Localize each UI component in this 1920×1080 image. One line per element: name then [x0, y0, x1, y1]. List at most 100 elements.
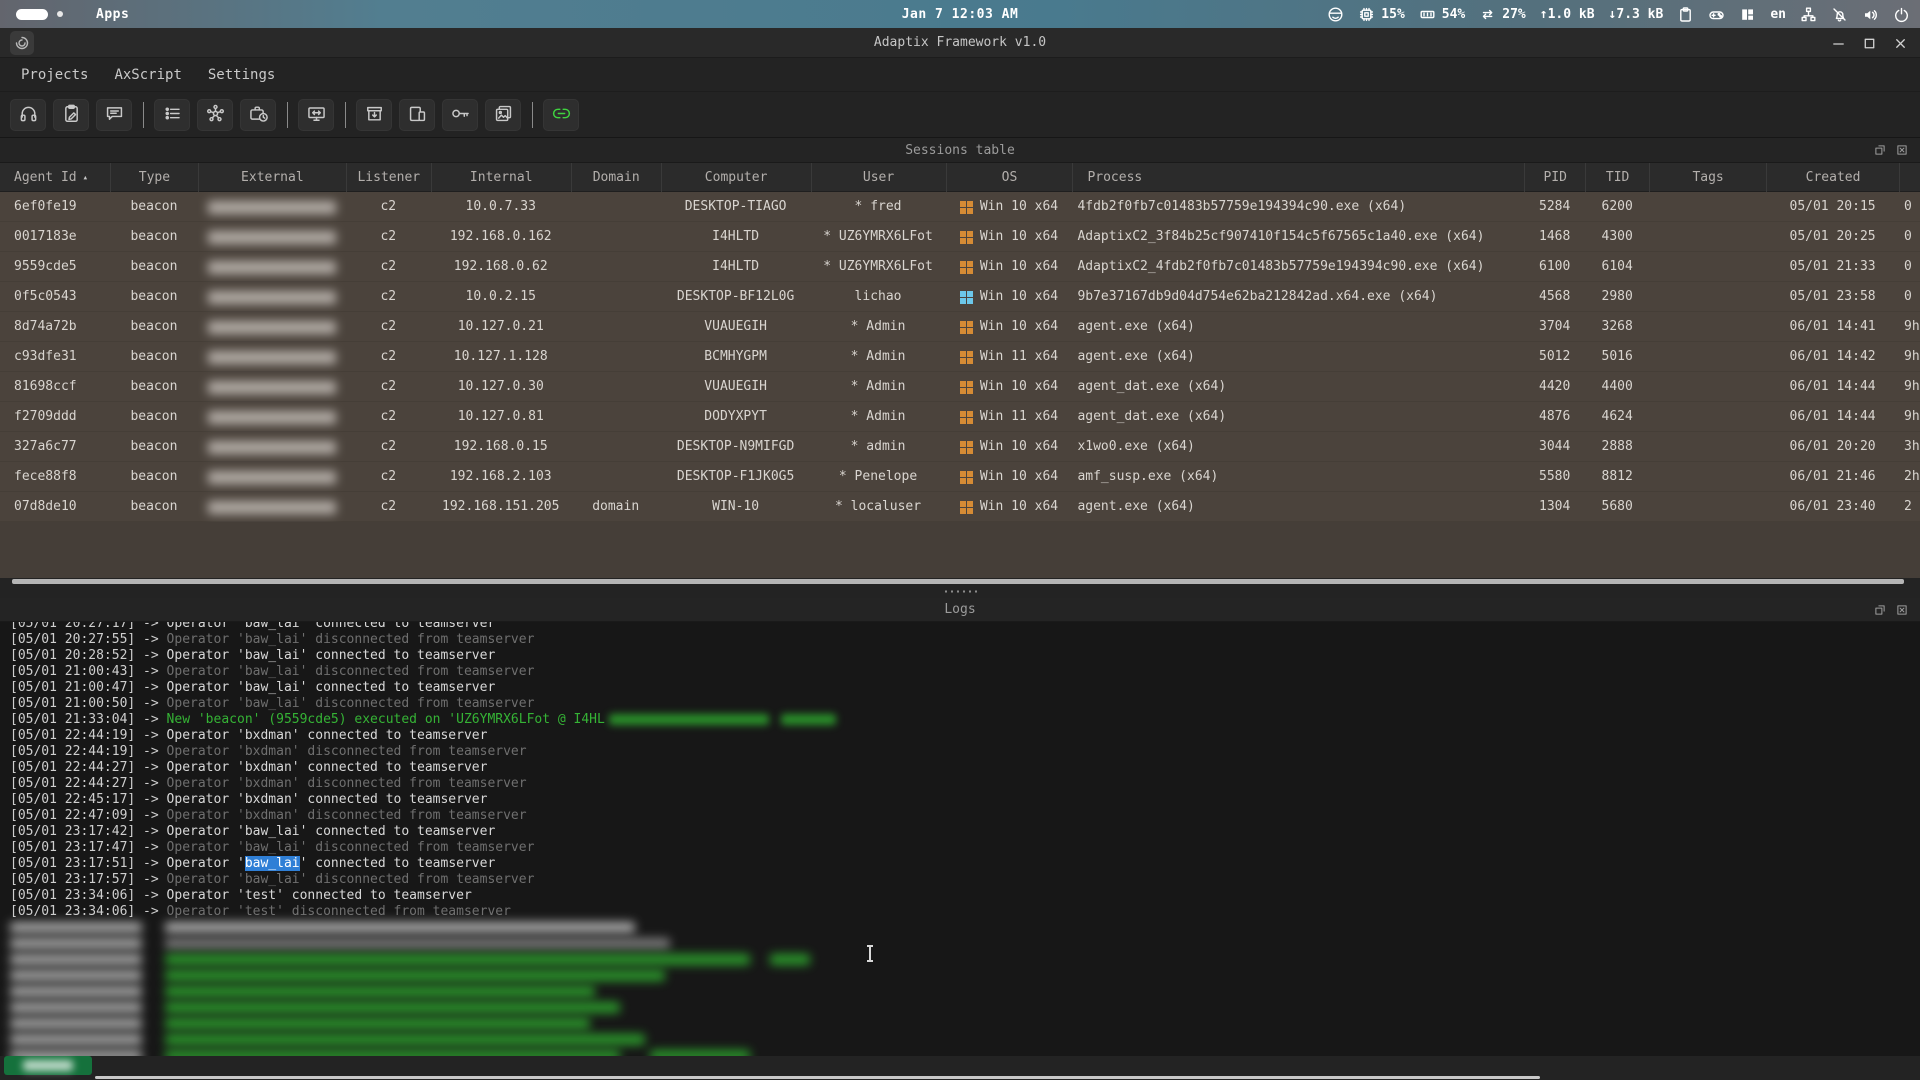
tunnels-link-button[interactable] [543, 99, 579, 131]
column-header-external[interactable]: External [198, 163, 346, 192]
windows-logo-icon [960, 471, 973, 484]
column-header-domain[interactable]: Domain [571, 163, 661, 192]
redacted-log-line [0, 920, 1920, 936]
cell-created: 06/01 23:40 [1766, 492, 1899, 522]
table-row[interactable]: 327a6c77beaconc2192.168.0.15DESKTOP-N9MI… [0, 432, 1920, 462]
table-row[interactable]: 07d8de10beaconc2192.168.151.205domainWIN… [0, 492, 1920, 522]
cell-edge: 9h [1899, 342, 1920, 372]
menu-projects[interactable]: Projects [8, 63, 101, 87]
jobs-clock-button[interactable] [240, 99, 276, 131]
logs-close-panel-icon[interactable] [1896, 604, 1908, 616]
screenshots-button[interactable] [485, 99, 521, 131]
column-header-type[interactable]: Type [110, 163, 198, 192]
column-header-internal[interactable]: Internal [431, 163, 571, 192]
table-row[interactable]: c93dfe31beaconc210.127.1.128BCMHYGPM* Ad… [0, 342, 1920, 372]
windows-logo-icon [960, 351, 973, 364]
power-icon[interactable] [1893, 6, 1910, 23]
table-row[interactable]: 8d74a72bbeaconc210.127.0.21VUAUEGIH* Adm… [0, 312, 1920, 342]
devices-button[interactable] [399, 99, 435, 131]
panel-splitter[interactable] [0, 585, 1920, 598]
menu-axscript[interactable]: AxScript [101, 63, 194, 87]
log-timestamp: [05/01 23:17:42] -> [10, 824, 167, 839]
close-button[interactable] [1893, 36, 1908, 51]
cell-listener: c2 [346, 222, 431, 252]
log-line: [05/01 22:44:27] -> Operator 'bxdman' di… [0, 776, 1920, 792]
chat-button[interactable] [96, 99, 132, 131]
table-row[interactable]: fece88f8beaconc2192.168.2.103DESKTOP-F1J… [0, 462, 1920, 492]
table-row[interactable]: 0017183ebeaconc2192.168.0.162I4HLTD* UZ6… [0, 222, 1920, 252]
share-nodes-button[interactable] [197, 99, 233, 131]
table-row[interactable]: f2709dddbeaconc210.127.0.81DODYXPYT* Adm… [0, 402, 1920, 432]
cell-internal: 10.127.0.21 [431, 312, 571, 342]
cell-tags [1649, 312, 1766, 342]
credentials-key-button[interactable] [442, 99, 478, 131]
cell-domain [571, 312, 661, 342]
log-timestamp: [05/01 20:27:17] -> [10, 622, 167, 631]
sessions-popout-icon[interactable] [1874, 144, 1886, 156]
footer-action-button[interactable] [4, 1056, 92, 1075]
table-row[interactable]: 9559cde5beaconc2192.168.0.62I4HLTD* UZ6Y… [0, 252, 1920, 282]
redacted-log-line [0, 984, 1920, 1000]
panels-icon[interactable] [1739, 6, 1756, 23]
log-line: [05/01 23:17:47] -> Operator 'baw_lai' d… [0, 840, 1920, 856]
column-header-listener[interactable]: Listener [346, 163, 431, 192]
logs-output[interactable]: [05/01 20:27:17] -> Operator 'baw_lai' c… [0, 622, 1920, 1056]
cell-os: Win 10 x64 [946, 222, 1073, 252]
cell-domain [571, 192, 661, 222]
external-ip-redacted [208, 201, 336, 214]
cell-user: * Penelope [811, 462, 946, 492]
log-line: [05/01 23:17:42] -> Operator 'baw_lai' c… [0, 824, 1920, 840]
column-header-edge[interactable] [1899, 163, 1920, 192]
log-message: Operator 'test' disconnected from teamse… [167, 904, 511, 919]
column-header-pid[interactable]: PID [1524, 163, 1585, 192]
volume-icon[interactable] [1862, 6, 1879, 23]
logs-popout-icon[interactable] [1874, 604, 1886, 616]
clipboard-edit-button[interactable] [53, 99, 89, 131]
sessions-horizontal-scrollbar[interactable] [12, 579, 1904, 584]
column-header-created[interactable]: Created [1766, 163, 1899, 192]
column-header-user[interactable]: User [811, 163, 946, 192]
network-transfer-icon[interactable] [1479, 6, 1496, 23]
cell-internal: 192.168.0.62 [431, 252, 571, 282]
minimize-button[interactable] [1831, 36, 1846, 51]
cell-user: lichao [811, 282, 946, 312]
column-header-process[interactable]: Process [1072, 163, 1524, 192]
maximize-button[interactable] [1862, 36, 1877, 51]
column-header-agent_id[interactable]: Agent Id▴ [0, 163, 110, 192]
cell-internal: 10.0.7.33 [431, 192, 571, 222]
table-row[interactable]: 81698ccfbeaconc210.127.0.30VUAUEGIH* Adm… [0, 372, 1920, 402]
log-timestamp: [05/01 22:44:27] -> [10, 776, 167, 791]
cell-type: beacon [110, 492, 198, 522]
logs-bottom-scrollbar[interactable] [95, 1076, 1540, 1079]
downloads-button[interactable] [356, 99, 392, 131]
external-ip-redacted [208, 351, 336, 364]
column-header-computer[interactable]: Computer [661, 163, 811, 192]
headphones-button[interactable] [10, 99, 46, 131]
app-logo-icon [10, 31, 34, 55]
sessions-close-panel-icon[interactable] [1896, 144, 1908, 156]
cpu-icon[interactable] [1358, 6, 1375, 23]
column-header-os[interactable]: OS [946, 163, 1073, 192]
redacted-log-segment [165, 922, 635, 933]
notifications-muted-icon[interactable] [1831, 6, 1848, 23]
column-header-tags[interactable]: Tags [1649, 163, 1766, 192]
log-line: [05/01 22:47:09] -> Operator 'bxdman' di… [0, 808, 1920, 824]
table-row[interactable]: 6ef0fe19beaconc210.0.7.33DESKTOP-TIAGO* … [0, 192, 1920, 222]
tray-face-icon[interactable] [1327, 6, 1344, 23]
keyboard-layout[interactable]: en [1770, 7, 1786, 22]
redacted-log-line [0, 1048, 1920, 1056]
cell-created: 05/01 20:15 [1766, 192, 1899, 222]
table-row[interactable]: 0f5c0543beaconc210.0.2.15DESKTOP-BF12L0G… [0, 282, 1920, 312]
cell-process: agent.exe (x64) [1072, 312, 1524, 342]
column-header-tid[interactable]: TID [1585, 163, 1649, 192]
cell-tid: 4624 [1585, 402, 1649, 432]
menu-settings[interactable]: Settings [195, 63, 288, 87]
gamepad-icon[interactable] [1708, 6, 1725, 23]
memory-icon[interactable] [1419, 6, 1436, 23]
task-list-button[interactable] [154, 99, 190, 131]
cell-listener: c2 [346, 462, 431, 492]
clipboard-tray-icon[interactable] [1677, 6, 1694, 23]
remote-terminal-button[interactable] [298, 99, 334, 131]
ethernet-icon[interactable] [1800, 6, 1817, 23]
headphones-icon [18, 103, 39, 127]
